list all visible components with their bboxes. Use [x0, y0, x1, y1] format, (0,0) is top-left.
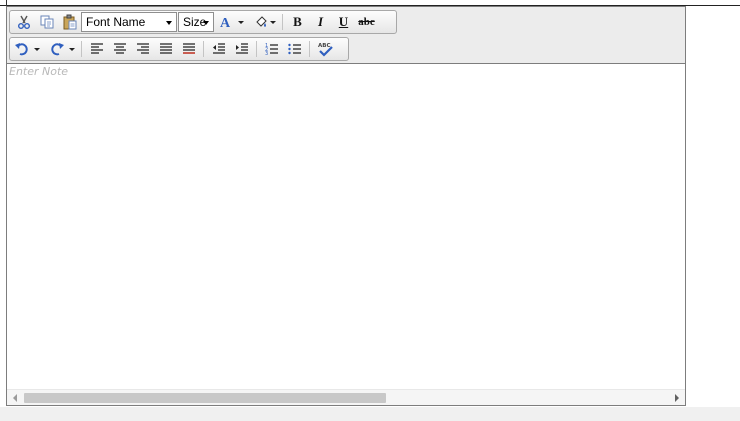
spellcheck-icon: ABC: [318, 43, 333, 57]
editor-placeholder: Enter Note: [9, 65, 69, 78]
justify-button[interactable]: [154, 39, 177, 59]
undo-button[interactable]: [14, 41, 43, 57]
align-right-button[interactable]: [131, 39, 154, 59]
clear-format-icon: [182, 43, 195, 54]
editor-content-area[interactable]: Enter Note: [7, 64, 685, 389]
copy-button[interactable]: [35, 12, 58, 32]
redo-button[interactable]: [49, 41, 78, 57]
paste-button[interactable]: [58, 12, 81, 32]
chevron-down-icon[interactable]: [238, 20, 244, 24]
align-center-icon: [113, 43, 126, 54]
align-left-button[interactable]: [85, 39, 108, 59]
scroll-left-icon[interactable]: [13, 394, 17, 402]
justify-icon: [159, 43, 172, 54]
italic-icon: I: [317, 14, 324, 29]
bold-button[interactable]: B: [286, 12, 309, 32]
chevron-down-icon[interactable]: [270, 20, 276, 24]
align-right-icon: [136, 43, 149, 54]
copy-icon: [40, 15, 53, 29]
cut-icon: [17, 15, 30, 29]
toolbar-separator: [282, 14, 283, 30]
chevron-down-icon[interactable]: [69, 47, 75, 51]
toolbar-separator: [81, 41, 82, 57]
toolbar-separator: [256, 41, 257, 57]
outdent-icon: [212, 43, 225, 54]
ordered-list-button[interactable]: 1 2 3: [260, 39, 283, 59]
undo-icon: [15, 43, 28, 56]
indent-icon: [235, 43, 248, 54]
paste-icon: [63, 14, 76, 30]
highlight-color-icon: [256, 16, 267, 27]
cut-button[interactable]: [12, 12, 35, 32]
bold-icon: B: [293, 14, 302, 29]
align-center-button[interactable]: [108, 39, 131, 59]
toolbar-row-2: 1 2 3 ABC: [9, 37, 349, 61]
strikethrough-icon: abc: [358, 16, 375, 28]
svg-text:A: A: [220, 16, 231, 30]
font-name-label: Font Name: [86, 15, 146, 29]
highlight-color-button[interactable]: [253, 14, 279, 30]
font-color-icon: A: [220, 16, 231, 30]
chevron-down-icon: [166, 21, 172, 25]
svg-text:ABC: ABC: [318, 43, 331, 49]
rich-text-editor: Font Name Size A B I U abc 1 2 3 ABC Ent…: [6, 6, 686, 406]
unordered-list-button[interactable]: [283, 39, 306, 59]
chevron-down-icon[interactable]: [34, 47, 40, 51]
ordered-list-icon: 1 2 3: [265, 43, 278, 57]
toolbar-row-1: Font Name Size A B I U abc: [9, 10, 397, 34]
toolbar-separator: [309, 41, 310, 57]
italic-button[interactable]: I: [309, 12, 332, 32]
redo-icon: [51, 43, 64, 56]
strikethrough-button[interactable]: abc: [355, 12, 378, 32]
page-bottom-strip: [0, 407, 740, 421]
chevron-down-icon: [203, 21, 209, 25]
outdent-button[interactable]: [207, 39, 230, 59]
horizontal-scrollbar[interactable]: [7, 389, 685, 405]
underline-icon: U: [338, 14, 349, 29]
font-name-dropdown[interactable]: Font Name: [81, 12, 177, 32]
font-size-dropdown[interactable]: Size: [178, 12, 214, 32]
scroll-right-icon[interactable]: [675, 394, 679, 402]
toolbar-separator: [203, 41, 204, 57]
clear-format-button[interactable]: [177, 39, 200, 59]
underline-button[interactable]: U: [332, 12, 355, 32]
editor-toolbar: Font Name Size A B I U abc 1 2 3 ABC: [7, 7, 685, 64]
svg-text:3: 3: [265, 51, 268, 57]
indent-button[interactable]: [230, 39, 253, 59]
unordered-list-icon: [287, 43, 301, 55]
scrollbar-thumb[interactable]: [24, 393, 386, 403]
align-left-icon: [90, 43, 103, 54]
font-color-button[interactable]: A: [218, 14, 247, 30]
spellcheck-button[interactable]: ABC: [313, 39, 336, 59]
